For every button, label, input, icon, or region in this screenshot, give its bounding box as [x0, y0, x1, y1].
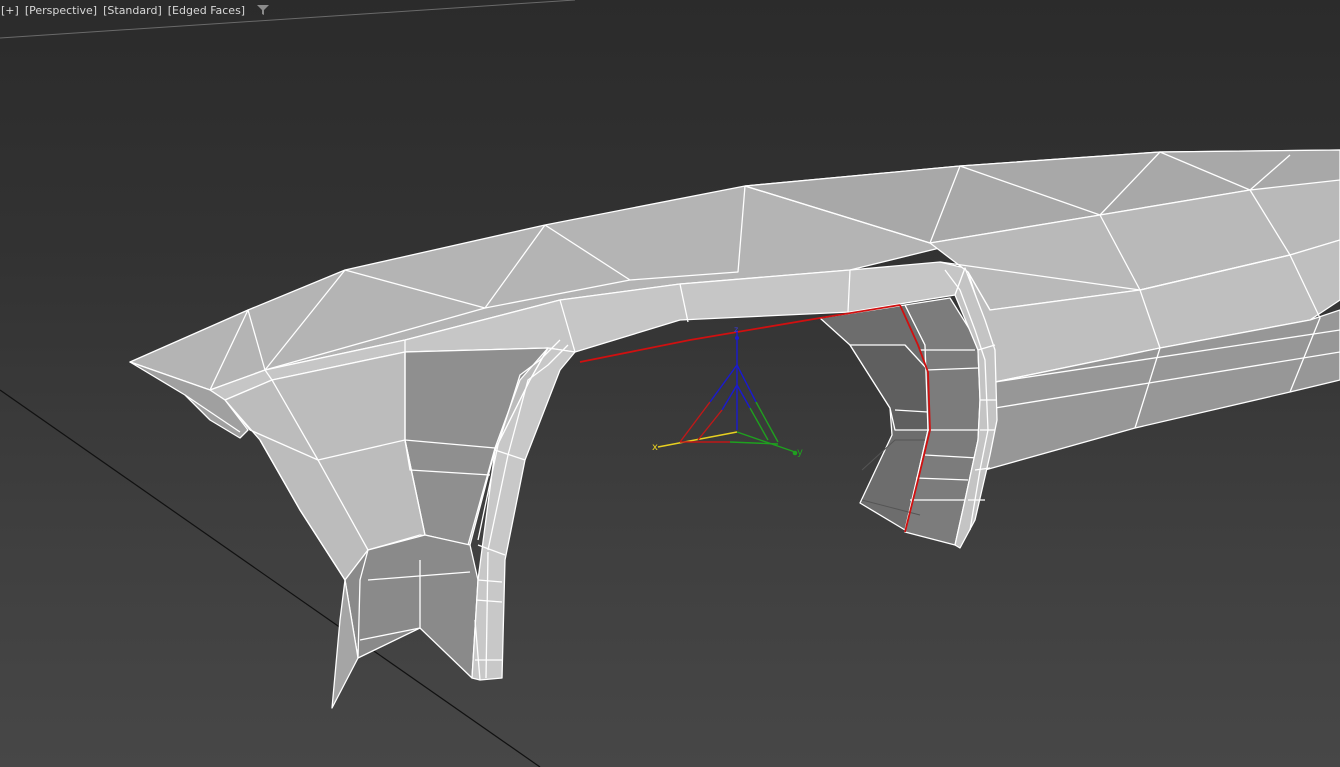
viewport-shading-label[interactable]: [Standard]	[102, 4, 163, 17]
gizmo-x-label: x	[652, 442, 658, 453]
transform-gizmo[interactable]	[657, 330, 798, 456]
viewport-perspective[interactable]: [+] [Perspective] [Standard] [Edged Face…	[0, 0, 1340, 767]
viewport-label-bar: [+] [Perspective] [Standard] [Edged Face…	[0, 2, 270, 18]
viewport-display-label[interactable]: [Edged Faces]	[167, 4, 246, 17]
scene-canvas[interactable]: x y z	[0, 0, 1340, 767]
viewport-view-label[interactable]: [Perspective]	[24, 4, 98, 17]
gizmo-y-label: y	[797, 447, 803, 458]
mesh-object[interactable]	[129, 149, 1340, 709]
viewport-menu-plus[interactable]: [+]	[0, 4, 20, 17]
gizmo-z-label: z	[734, 325, 738, 334]
filter-funnel-icon[interactable]	[256, 3, 270, 17]
